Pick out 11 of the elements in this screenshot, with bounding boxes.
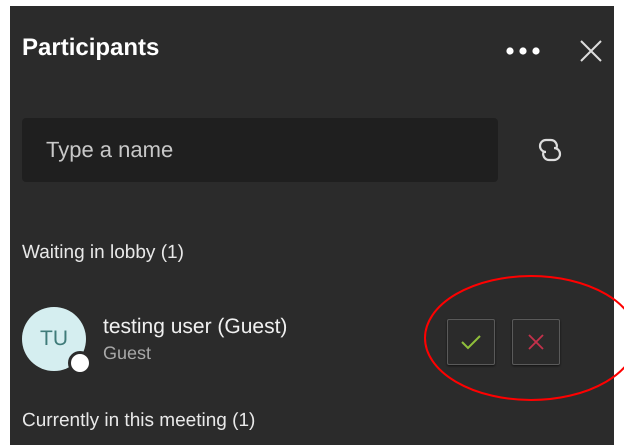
more-options-icon[interactable] xyxy=(506,47,540,55)
panel-title: Participants xyxy=(22,34,160,62)
participant-name: testing user (Guest) xyxy=(103,314,288,338)
participant-role: Guest xyxy=(103,342,152,364)
close-icon[interactable] xyxy=(580,40,602,62)
cross-icon xyxy=(528,334,544,350)
admit-button[interactable] xyxy=(447,319,495,365)
check-icon xyxy=(461,334,481,350)
section-heading: Currently in this meeting (1) xyxy=(22,410,256,432)
section-heading: Waiting in lobby (1) xyxy=(22,242,185,264)
search-field[interactable]: Type a name xyxy=(22,118,498,182)
